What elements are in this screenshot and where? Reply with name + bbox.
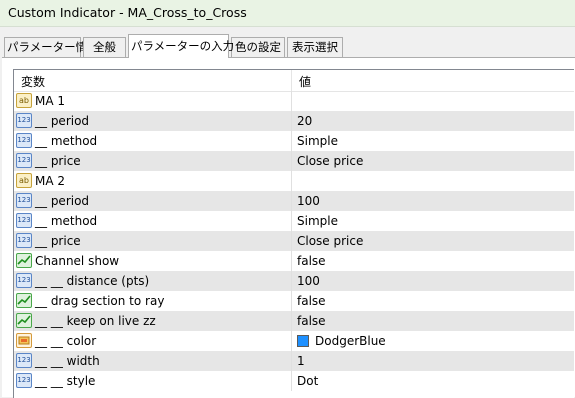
parameter-row[interactable]: Channel show false bbox=[14, 251, 574, 271]
string-icon-glyph: ab bbox=[19, 96, 29, 105]
cell-divider bbox=[291, 151, 292, 171]
boolean-type-icon bbox=[16, 253, 32, 268]
parameter-name: __ period bbox=[35, 194, 90, 208]
grid-header: 変数 値 bbox=[14, 70, 574, 92]
cell-divider bbox=[291, 371, 292, 391]
parameter-row[interactable]: ab MA 1 bbox=[14, 91, 574, 111]
number-type-icon: 123 bbox=[16, 233, 32, 248]
cell-divider bbox=[291, 311, 292, 331]
tab-general[interactable]: 全般 bbox=[83, 37, 126, 57]
boolean-type-icon bbox=[16, 293, 32, 308]
cell-divider bbox=[291, 171, 292, 191]
parameter-name: Channel show bbox=[35, 254, 120, 268]
parameter-name: __ price bbox=[35, 154, 81, 168]
tab-colors[interactable]: 色の設定 bbox=[231, 37, 285, 57]
parameter-name: __ method bbox=[35, 134, 98, 148]
window-title: Custom Indicator - MA_Cross_to_Cross bbox=[8, 5, 247, 20]
number-type-icon: 123 bbox=[16, 373, 32, 388]
parameter-name: __ drag section to ray bbox=[35, 294, 165, 308]
parameter-value[interactable]: 100 bbox=[297, 194, 320, 208]
tab-visualization[interactable]: 表示選択 bbox=[287, 37, 343, 57]
tab-inputs[interactable]: パラメーターの入力 bbox=[128, 34, 234, 58]
column-header-value[interactable]: 値 bbox=[299, 73, 311, 90]
cell-divider bbox=[291, 231, 292, 251]
title-bar: Custom Indicator - MA_Cross_to_Cross bbox=[0, 0, 575, 27]
number-icon-glyph: 123 bbox=[17, 216, 31, 224]
number-icon-glyph: 123 bbox=[17, 156, 31, 164]
parameter-row[interactable]: 123 __ method Simple bbox=[14, 211, 574, 231]
parameter-value[interactable]: 1 bbox=[297, 354, 305, 368]
cell-divider bbox=[291, 291, 292, 311]
number-type-icon: 123 bbox=[16, 133, 32, 148]
number-type-icon: 123 bbox=[16, 153, 32, 168]
parameter-value[interactable]: 20 bbox=[297, 114, 312, 128]
column-header-variable[interactable]: 変数 bbox=[21, 73, 45, 90]
number-icon-glyph: 123 bbox=[17, 356, 31, 364]
number-type-icon: 123 bbox=[16, 273, 32, 288]
string-type-icon: ab bbox=[16, 173, 32, 188]
parameter-value[interactable]: false bbox=[297, 254, 326, 268]
parameter-row[interactable]: 123 __ __ width 1 bbox=[14, 351, 574, 371]
tab-strip: パラメーター情報 全般 パラメーターの入力 色の設定 表示選択 bbox=[0, 34, 575, 58]
number-type-icon: 123 bbox=[16, 213, 32, 228]
cell-divider bbox=[291, 131, 292, 151]
parameter-row[interactable]: 123 __ period 100 bbox=[14, 191, 574, 211]
string-icon-glyph: ab bbox=[19, 176, 29, 185]
boolean-type-icon bbox=[16, 313, 32, 328]
number-icon-glyph: 123 bbox=[17, 116, 31, 124]
parameter-row[interactable]: __ __ keep on live zz false bbox=[14, 311, 574, 331]
parameter-name: MA 1 bbox=[35, 94, 66, 108]
parameter-value[interactable]: Simple bbox=[297, 214, 338, 228]
number-type-icon: 123 bbox=[16, 113, 32, 128]
number-icon-glyph: 123 bbox=[17, 196, 31, 204]
inputs-panel: 変数 値 ab MA 1 123 __ period 20 123 __ method Sim… bbox=[2, 57, 575, 398]
parameter-value[interactable]: Close price bbox=[297, 154, 363, 168]
parameter-name: __ __ width bbox=[35, 354, 100, 368]
parameter-value[interactable]: Simple bbox=[297, 134, 338, 148]
parameter-name: __ __ keep on live zz bbox=[35, 314, 156, 328]
string-type-icon: ab bbox=[16, 93, 32, 108]
color-swatch bbox=[297, 335, 309, 347]
parameter-name: __ __ distance (pts) bbox=[35, 274, 150, 288]
number-icon-glyph: 123 bbox=[17, 136, 31, 144]
parameter-value[interactable]: Dot bbox=[297, 374, 318, 388]
cell-divider bbox=[291, 251, 292, 271]
parameter-row[interactable]: 123 __ __ distance (pts) 100 bbox=[14, 271, 574, 291]
parameter-name: __ __ style bbox=[35, 374, 96, 388]
parameter-row[interactable]: ab MA 2 bbox=[14, 171, 574, 191]
parameter-name: __ method bbox=[35, 214, 98, 228]
parameter-row[interactable]: 123 __ period 20 bbox=[14, 111, 574, 131]
number-type-icon: 123 bbox=[16, 353, 32, 368]
color-type-icon bbox=[16, 333, 32, 348]
column-divider[interactable] bbox=[291, 70, 292, 91]
number-icon-glyph: 123 bbox=[17, 236, 31, 244]
parameter-row[interactable]: __ __ color DodgerBlue bbox=[14, 331, 574, 351]
parameter-grid: 変数 値 ab MA 1 123 __ period 20 123 __ method Sim… bbox=[13, 69, 574, 398]
number-type-icon: 123 bbox=[16, 193, 32, 208]
parameter-value[interactable]: false bbox=[297, 314, 326, 328]
parameter-row[interactable]: 123 __ method Simple bbox=[14, 131, 574, 151]
parameter-row[interactable]: __ drag section to ray false bbox=[14, 291, 574, 311]
parameter-value[interactable]: false bbox=[297, 294, 326, 308]
cell-divider bbox=[291, 271, 292, 291]
parameter-name: __ price bbox=[35, 234, 81, 248]
cell-divider bbox=[291, 351, 292, 371]
parameter-row[interactable]: 123 __ price Close price bbox=[14, 231, 574, 251]
parameter-name: __ __ color bbox=[35, 334, 97, 348]
parameter-row[interactable]: 123 __ price Close price bbox=[14, 151, 574, 171]
parameter-value[interactable]: 100 bbox=[297, 274, 320, 288]
parameter-value[interactable]: DodgerBlue bbox=[315, 334, 386, 348]
cell-divider bbox=[291, 211, 292, 231]
cell-divider bbox=[291, 111, 292, 131]
parameter-value[interactable]: Close price bbox=[297, 234, 363, 248]
parameter-name: MA 2 bbox=[35, 174, 66, 188]
tab-parameter-info[interactable]: パラメーター情報 bbox=[4, 37, 99, 57]
parameter-row[interactable]: 123 __ __ style Dot bbox=[14, 371, 574, 391]
parameter-name: __ period bbox=[35, 114, 90, 128]
cell-divider bbox=[291, 91, 292, 111]
cell-divider bbox=[291, 331, 292, 351]
number-icon-glyph: 123 bbox=[17, 276, 31, 284]
cell-divider bbox=[291, 191, 292, 211]
number-icon-glyph: 123 bbox=[17, 376, 31, 384]
